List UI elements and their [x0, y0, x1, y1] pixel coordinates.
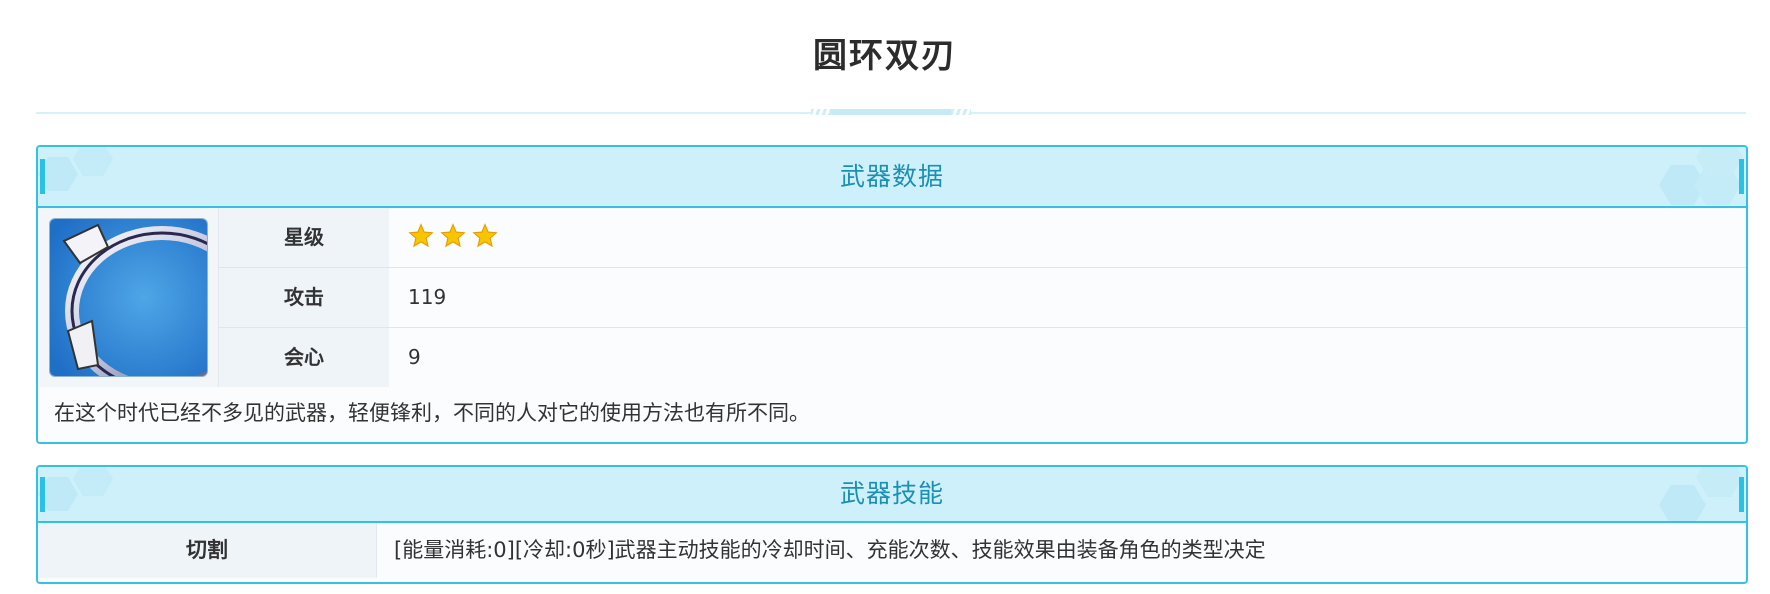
hex-pattern-decoration [38, 147, 148, 206]
weapon-description: 在这个时代已经不多见的武器，轻便锋利，不同的人对它的使用方法也有所不同。 [54, 401, 810, 425]
star-icon [408, 223, 434, 248]
title-divider [36, 109, 1746, 115]
stat-row-attack: 攻击 119 [218, 268, 1746, 328]
weapon-skill-header: 武器技能 [38, 467, 1746, 526]
header-accent-bar [1739, 477, 1744, 512]
stats-table: 星级 攻击 119 会心 9 [218, 208, 1746, 387]
star-icon [440, 223, 466, 248]
weapon-data-panel: 武器数据 星级 攻击 119 会心 9 在这个时代已经不多见的武器，轻便锋利，不… [36, 145, 1748, 444]
panel-title: 武器技能 [839, 479, 944, 508]
header-accent-bar [40, 477, 45, 512]
rarity-stars [408, 223, 499, 253]
skill-name: 切割 [38, 523, 377, 578]
skill-row: 切割 [能量消耗:0][冷却:0秒]武器主动技能的冷却时间、充能次数、技能效果由… [38, 523, 1746, 578]
header-accent-bar [40, 159, 45, 194]
panel-title: 武器数据 [839, 162, 944, 191]
weapon-data-body: 星级 攻击 119 会心 9 在这个时代已经不多见的武器，轻便锋利，不同的人对它… [38, 208, 1746, 440]
weapon-image [49, 218, 208, 377]
stat-row-crit: 会心 9 [218, 328, 1746, 387]
hex-pattern-decoration [1636, 147, 1746, 206]
divider-ornament [811, 109, 971, 115]
hex-pattern-decoration [1636, 467, 1746, 526]
stat-label: 攻击 [218, 268, 389, 327]
weapon-skill-panel: 武器技能 切割 [能量消耗:0][冷却:0秒]武器主动技能的冷却时间、充能次数、… [36, 465, 1748, 584]
stat-label: 星级 [218, 208, 389, 267]
header-accent-bar [1739, 159, 1744, 194]
stat-row-rarity: 星级 [218, 208, 1746, 268]
hex-pattern-decoration [38, 467, 148, 526]
page-title: 圆环双刃 [813, 36, 957, 76]
skill-description: [能量消耗:0][冷却:0秒]武器主动技能的冷却时间、充能次数、技能效果由装备角… [394, 538, 1266, 562]
star-icon [472, 223, 498, 248]
stat-label: 会心 [218, 328, 389, 387]
stat-value: 9 [408, 345, 421, 369]
stat-value: 119 [408, 285, 447, 309]
weapon-data-header: 武器数据 [38, 147, 1746, 208]
